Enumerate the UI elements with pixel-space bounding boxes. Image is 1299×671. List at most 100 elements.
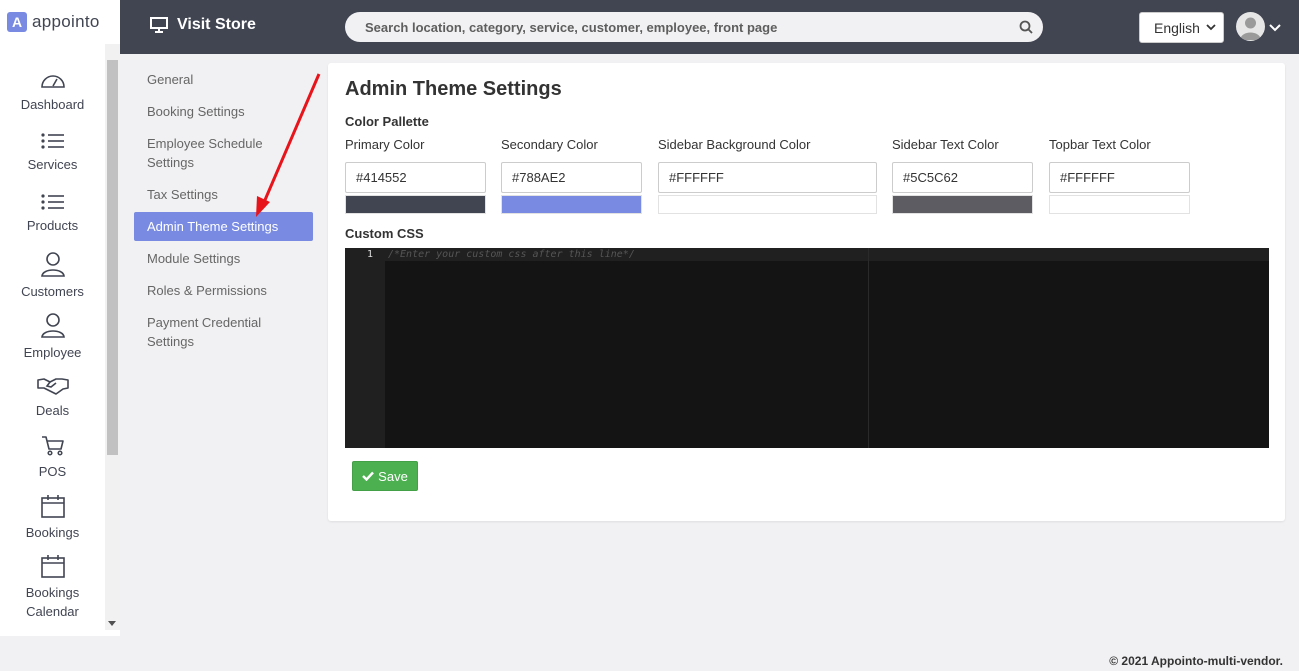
settings-menu-module-settings[interactable]: Module Settings: [134, 244, 313, 273]
menu-item-label: Booking Settings: [147, 104, 245, 119]
sidebar-item-deals[interactable]: Deals: [0, 376, 105, 420]
line-number: 1: [366, 249, 373, 260]
language-select-value: English: [1154, 20, 1200, 36]
avatar: [1236, 12, 1265, 41]
menu-item-label: General: [147, 72, 194, 87]
editor-code-line[interactable]: /*Enter your custom css after this line*…: [388, 249, 635, 260]
settings-menu-employee-schedule[interactable]: Employee Schedule Settings: [134, 129, 313, 177]
sidebar-item-label: Deals: [35, 403, 70, 418]
user-avatar-icon: [1240, 17, 1261, 40]
sidebar-text-color-input[interactable]: [892, 162, 1033, 193]
save-button-label: Save: [378, 468, 408, 484]
editor-print-margin: [868, 248, 869, 448]
settings-menu-payment-credential[interactable]: Payment Credential Settings: [134, 308, 313, 356]
scroll-down-arrow-icon[interactable]: [108, 621, 116, 626]
visit-store-link[interactable]: Visit Store: [150, 16, 256, 34]
dashboard-icon: [40, 75, 65, 88]
sidebar-item-employee[interactable]: Employee: [0, 312, 105, 362]
settings-menu-general[interactable]: General: [134, 65, 313, 94]
menu-item-label: Employee Schedule: [147, 136, 263, 151]
settings-menu-tax-settings[interactable]: Tax Settings: [134, 180, 313, 209]
sidebar-scrollbar[interactable]: [105, 44, 120, 630]
chevron-down-icon: [1269, 23, 1281, 31]
menu-item-label: Admin Theme Settings: [147, 219, 279, 234]
sidebar-item-label: POS: [38, 464, 67, 479]
secondary-color-swatch[interactable]: [501, 195, 642, 214]
handshake-icon: [36, 378, 69, 395]
sidebar-item-label: Customers: [21, 284, 84, 299]
sidebar-item-dashboard[interactable]: Dashboard: [0, 70, 105, 114]
primary-color-swatch[interactable]: [345, 195, 486, 214]
topbar: Visit Store English: [120, 0, 1299, 54]
sidebar-item-label: Employee: [23, 345, 82, 360]
sidebar-item-label: Bookings: [25, 525, 80, 540]
menu-item-label: Roles & Permissions: [147, 283, 267, 298]
secondary-color-field: Secondary Color: [501, 137, 642, 214]
calendar-icon: [40, 495, 65, 518]
theme-settings-card: Admin Theme Settings Color Pallette Prim…: [328, 63, 1285, 521]
monitor-icon: [150, 17, 168, 33]
topbar-text-color-label: Topbar Text Color: [1049, 137, 1151, 152]
primary-color-label: Primary Color: [345, 137, 425, 152]
save-button[interactable]: Save: [352, 461, 418, 491]
sidebar-item-bookings[interactable]: Bookings: [0, 494, 105, 542]
left-sidebar: A appointo Dashboard Services Products C…: [0, 0, 120, 636]
brand-logo[interactable]: A appointo: [7, 11, 100, 33]
sidebar-text-color-label: Sidebar Text Color: [892, 137, 999, 152]
topbar-text-color-input[interactable]: [1049, 162, 1190, 193]
menu-item-label: Payment Credential: [147, 315, 262, 330]
menu-item-label: Module Settings: [147, 251, 241, 266]
footer-copyright: © 2021 Appointo-multi-vendor.: [1109, 654, 1283, 668]
brand-mark-icon: A: [7, 12, 27, 32]
menu-item-label-line2: Settings: [147, 334, 194, 349]
user-icon: [40, 313, 65, 338]
cart-icon: [41, 436, 64, 456]
user-menu[interactable]: [1236, 12, 1281, 41]
menu-item-label: Tax Settings: [147, 187, 218, 202]
sidebar-item-label: Services: [27, 157, 78, 172]
sidebar-item-customers[interactable]: Customers: [0, 251, 105, 301]
topbar-text-color-swatch[interactable]: [1049, 195, 1190, 214]
settings-menu: General Booking Settings Employee Schedu…: [134, 65, 313, 356]
topbar-text-color-field: Topbar Text Color: [1049, 137, 1190, 214]
sidebar-item-label: Products: [26, 218, 79, 233]
sidebar-bg-color-field: Sidebar Background Color: [658, 137, 877, 214]
list-icon: [40, 133, 64, 149]
list-icon: [40, 194, 64, 210]
brand-name: appointo: [32, 12, 100, 31]
sidebar-item-products[interactable]: Products: [0, 193, 105, 235]
custom-css-heading: Custom CSS: [345, 226, 424, 241]
menu-item-label-line2: Settings: [147, 155, 194, 170]
settings-menu-booking-settings[interactable]: Booking Settings: [134, 97, 313, 126]
settings-menu-roles-permissions[interactable]: Roles & Permissions: [134, 276, 313, 305]
sidebar-item-label: Dashboard: [20, 97, 85, 112]
sidebar-bg-color-swatch[interactable]: [658, 195, 877, 214]
search-icon[interactable]: [1019, 20, 1033, 34]
search-bar: [345, 12, 1043, 42]
sidebar-item-label: Bookings: [25, 585, 80, 600]
user-icon: [40, 252, 65, 277]
custom-css-editor[interactable]: 1 /*Enter your custom css after this lin…: [345, 248, 1269, 448]
primary-color-field: Primary Color: [345, 137, 486, 214]
language-select[interactable]: English: [1139, 12, 1224, 43]
color-palette-heading: Color Pallette: [345, 114, 429, 129]
check-icon: [362, 471, 375, 481]
secondary-color-label: Secondary Color: [501, 137, 598, 152]
sidebar-item-pos[interactable]: POS: [0, 435, 105, 481]
visit-store-label: Visit Store: [177, 16, 256, 33]
page-title: Admin Theme Settings: [345, 78, 562, 100]
sidebar-bg-color-label: Sidebar Background Color: [658, 137, 811, 152]
sidebar-item-services[interactable]: Services: [0, 132, 105, 174]
sidebar-item-bookings-calendar[interactable]: Bookings Calendar: [0, 554, 105, 621]
sidebar-item-label-line2: Calendar: [26, 604, 79, 619]
calendar-icon: [40, 555, 65, 578]
sidebar-text-color-swatch[interactable]: [892, 195, 1033, 214]
sidebar-bg-color-input[interactable]: [658, 162, 877, 193]
chevron-down-icon: [1206, 24, 1216, 31]
secondary-color-input[interactable]: [501, 162, 642, 193]
search-input[interactable]: [345, 12, 1043, 42]
editor-gutter: 1: [345, 248, 385, 448]
primary-color-input[interactable]: [345, 162, 486, 193]
settings-menu-admin-theme[interactable]: Admin Theme Settings: [134, 212, 313, 241]
scrollbar-thumb[interactable]: [107, 60, 118, 455]
